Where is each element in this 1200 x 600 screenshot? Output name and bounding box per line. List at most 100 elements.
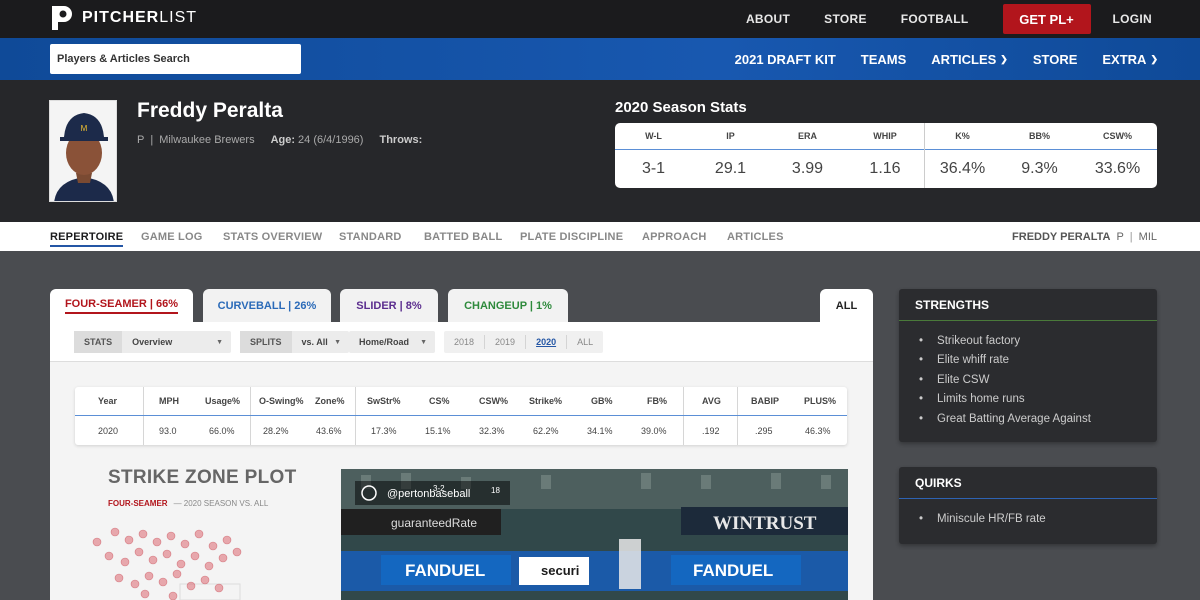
col-cs: CS% <box>429 396 450 406</box>
list-item: Strikeout factory <box>919 331 1157 351</box>
svg-text:M: M <box>81 124 88 133</box>
nav-store[interactable]: STORE <box>824 12 867 26</box>
player-photo: M <box>49 100 117 202</box>
player-team[interactable]: Milwaukee Brewers <box>159 134 254 146</box>
age-label: Age: <box>270 134 296 146</box>
pitch-tab-label: FOUR-SEAMER | 66% <box>64 298 179 314</box>
cell-strike: 62.2% <box>533 425 559 436</box>
col-csw: CSW% <box>479 396 508 406</box>
search-input[interactable]: Players & Articles Search <box>50 44 301 74</box>
home-road-dropdown[interactable]: Home/Road ▼ <box>349 331 435 353</box>
nav-football[interactable]: FOOTBALL <box>901 12 969 26</box>
col-o-swing: O-Swing% <box>259 396 304 406</box>
logo-wordmark: PITCHERLIST <box>82 9 198 26</box>
tab-plate-discipline[interactable]: PLATE DISCIPLINE <box>520 231 623 243</box>
pitch-tab-all[interactable]: ALL <box>820 289 873 323</box>
stats-value: Overview <box>132 337 173 347</box>
col-gb: GB% <box>591 396 613 406</box>
col-fb: FB% <box>647 396 667 406</box>
nav-about[interactable]: ABOUT <box>746 12 790 26</box>
col-zone: Zone% <box>315 396 345 406</box>
cell-fb: 39.0% <box>641 425 667 436</box>
cell-year: 2020 <box>98 425 119 436</box>
get-pl-plus-button[interactable]: GET PL+ <box>1002 4 1091 34</box>
cell-zone: 43.6% <box>316 425 342 436</box>
secondary-nav-links: 2021 DRAFT KIT TEAMS ARTICLES ❯ STORE EXT… <box>710 38 1158 80</box>
nav-articles-label: ARTICLES <box>931 51 997 67</box>
caret-down-icon: ▼ <box>420 338 427 346</box>
repertoire-panel: STATS Overview ▼ SPLITS vs. All ▼ Home/R… <box>50 322 873 600</box>
top-nav-links: ABOUT STORE FOOTBALL GET PL+ LOGIN <box>746 0 1200 38</box>
player-position: P <box>137 134 145 146</box>
tab-articles[interactable]: ARTICLES <box>727 231 784 243</box>
cell-usage: 66.0% <box>209 425 235 436</box>
year-all[interactable]: ALL <box>566 335 603 349</box>
pitch-tab-label: CHANGEUP | 1% <box>464 300 552 312</box>
pitch-tab-four-seamer[interactable]: FOUR-SEAMER | 66% <box>50 289 193 323</box>
tab-repertoire[interactable]: REPERTOIRE <box>50 231 124 247</box>
strike-zone-context: — 2020 SEASON VS. ALL <box>173 499 269 508</box>
col-year: Year <box>98 396 118 406</box>
splits-label: SPLITS <box>240 331 292 353</box>
list-item: Elite whiff rate <box>919 351 1157 371</box>
site-logo[interactable]: PITCHERLIST <box>50 4 197 32</box>
throws-label: Throws: <box>379 134 423 146</box>
stat-csw-pct: CSW% 33.6% <box>1078 123 1157 188</box>
splits-dropdown[interactable]: SPLITS vs. All ▼ <box>240 331 349 353</box>
strike-zone-plot <box>92 527 242 600</box>
strike-zone-title: STRIKE ZONE PLOT <box>108 467 297 488</box>
nav-extra-label: EXTRA <box>1102 51 1147 67</box>
list-item: Great Batting Average Against <box>919 409 1157 429</box>
tab-batted-ball[interactable]: BATTED BALL <box>424 231 502 243</box>
stat-whip: WHIP 1.16 <box>846 123 924 188</box>
cell-o-swing: 28.2% <box>263 425 289 436</box>
separator: | <box>150 134 154 146</box>
chevron-down-icon: ❯ <box>1150 53 1158 64</box>
tab-game-log[interactable]: GAME LOG <box>141 231 203 243</box>
pitch-tab-slider[interactable]: SLIDER | 8% <box>340 289 438 323</box>
secondary-navbar: Players & Articles Search 2021 DRAFT KIT… <box>0 38 1200 80</box>
table-header-row: Year MPH Usage% O-Swing% Zone% SwStr% CS… <box>75 387 847 416</box>
stat-era: ERA 3.99 <box>769 123 846 188</box>
player-name: Freddy Peralta <box>137 99 283 122</box>
year-2020[interactable]: 2020 <box>525 335 566 349</box>
pitch-tab-label: SLIDER | 8% <box>356 300 422 312</box>
nav-extra[interactable]: EXTRA ❯ <box>1102 52 1158 67</box>
nav-store-label: STORE <box>1032 51 1078 67</box>
year-2018[interactable]: 2018 <box>444 335 484 349</box>
cell-swstr: 17.3% <box>371 425 397 436</box>
video-score: 3-2 <box>433 484 445 493</box>
list-item: Limits home runs <box>919 390 1157 410</box>
stats-dropdown[interactable]: STATS Overview ▼ <box>74 331 231 353</box>
year-2019[interactable]: 2019 <box>484 335 525 349</box>
pitch-tab-label: CURVEBALL | 26% <box>217 300 317 312</box>
nav-draft-kit[interactable]: 2021 DRAFT KIT <box>735 52 836 67</box>
video-handle: @pertonbaseball <box>387 488 470 500</box>
cell-gb: 34.1% <box>587 425 613 436</box>
table-row: 2020 93.0 66.0% 28.2% 43.6% 17.3% 15.1% … <box>75 416 847 445</box>
stat-wl: W-L 3-1 <box>615 123 692 188</box>
login-link[interactable]: LOGIN <box>1113 12 1153 26</box>
cell-babip: .295 <box>755 425 773 436</box>
tab-standard[interactable]: STANDARD <box>339 231 402 243</box>
col-strike: Strike% <box>529 396 563 406</box>
col-plus: PLUS% <box>804 396 837 406</box>
pitch-video[interactable]: guaranteedRate WINTRUST FANDUEL securi F… <box>341 469 848 600</box>
separator: | <box>1129 231 1133 243</box>
nav-articles[interactable]: ARTICLES ❯ <box>931 52 1008 67</box>
caret-down-icon: ▼ <box>334 338 341 346</box>
tab-approach[interactable]: APPROACH <box>642 231 707 243</box>
season-stats-title: 2020 Season Stats <box>615 99 747 116</box>
video-ad-1: FANDUEL <box>405 561 485 580</box>
stats-label: STATS <box>74 331 123 353</box>
nav-teams[interactable]: TEAMS <box>861 52 907 67</box>
tab-stats-overview[interactable]: STATS OVERVIEW <box>223 231 322 243</box>
season-stats-card: W-L 3-1 IP 29.1 ERA 3.99 WHIP 1.16 K% 36.4% B… <box>615 123 1157 188</box>
quick-team[interactable]: MIL <box>1139 231 1157 243</box>
chevron-down-icon: ❯ <box>1000 53 1008 64</box>
quirks-title: QUIRKS <box>899 467 1157 499</box>
stat-bb-pct: BB% 9.3% <box>1001 123 1078 188</box>
nav-store-2[interactable]: STORE <box>1033 52 1078 67</box>
pitch-tab-changeup[interactable]: CHANGEUP | 1% <box>448 289 568 323</box>
pitch-tab-curveball[interactable]: CURVEBALL | 26% <box>203 289 331 323</box>
